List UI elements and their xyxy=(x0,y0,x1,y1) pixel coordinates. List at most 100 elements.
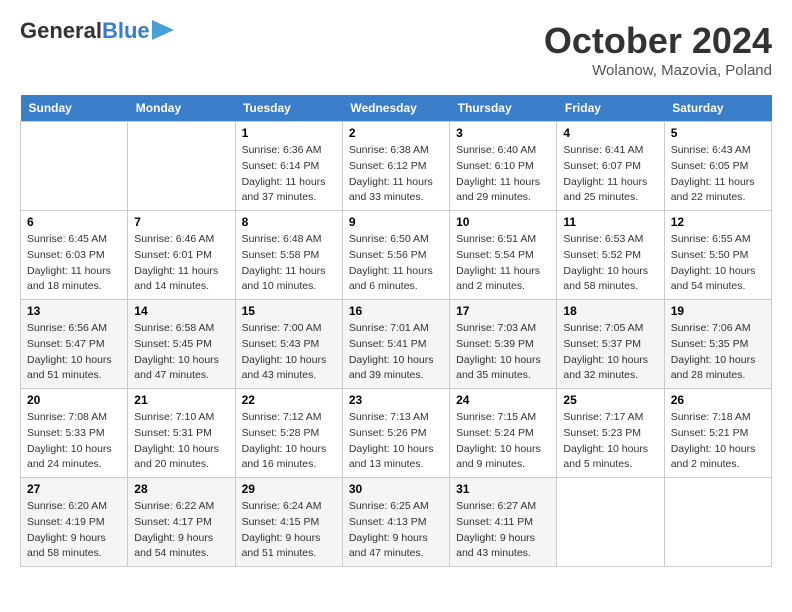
day-number: 12 xyxy=(671,215,765,229)
logo-arrow-icon xyxy=(152,20,174,40)
day-number: 24 xyxy=(456,393,550,407)
calendar-table: Sunday Monday Tuesday Wednesday Thursday… xyxy=(20,95,772,567)
calendar-week-row: 1 Sunrise: 6:36 AMSunset: 6:14 PMDayligh… xyxy=(21,122,772,211)
day-detail: Sunrise: 7:00 AMSunset: 5:43 PMDaylight:… xyxy=(242,322,327,381)
day-number: 6 xyxy=(27,215,121,229)
table-row: 11 Sunrise: 6:53 AMSunset: 5:52 PMDaylig… xyxy=(557,211,664,300)
day-number: 5 xyxy=(671,126,765,140)
logo-text: GeneralBlue xyxy=(20,20,150,42)
location: Wolanow, Mazovia, Poland xyxy=(544,62,772,79)
calendar-header-row: Sunday Monday Tuesday Wednesday Thursday… xyxy=(21,95,772,122)
table-row: 25 Sunrise: 7:17 AMSunset: 5:23 PMDaylig… xyxy=(557,389,664,478)
day-detail: Sunrise: 6:36 AMSunset: 6:14 PMDaylight:… xyxy=(242,144,326,203)
day-number: 31 xyxy=(456,482,550,496)
day-detail: Sunrise: 6:24 AMSunset: 4:15 PMDaylight:… xyxy=(242,500,322,559)
day-detail: Sunrise: 6:58 AMSunset: 5:45 PMDaylight:… xyxy=(134,322,219,381)
day-number: 19 xyxy=(671,304,765,318)
day-number: 25 xyxy=(563,393,657,407)
day-detail: Sunrise: 7:17 AMSunset: 5:23 PMDaylight:… xyxy=(563,411,648,470)
day-detail: Sunrise: 6:41 AMSunset: 6:07 PMDaylight:… xyxy=(563,144,647,203)
day-number: 30 xyxy=(349,482,443,496)
day-detail: Sunrise: 6:25 AMSunset: 4:13 PMDaylight:… xyxy=(349,500,429,559)
day-detail: Sunrise: 6:43 AMSunset: 6:05 PMDaylight:… xyxy=(671,144,755,203)
calendar-week-row: 13 Sunrise: 6:56 AMSunset: 5:47 PMDaylig… xyxy=(21,300,772,389)
day-number: 4 xyxy=(563,126,657,140)
day-number: 1 xyxy=(242,126,336,140)
day-detail: Sunrise: 6:55 AMSunset: 5:50 PMDaylight:… xyxy=(671,233,756,292)
day-number: 8 xyxy=(242,215,336,229)
table-row: 15 Sunrise: 7:00 AMSunset: 5:43 PMDaylig… xyxy=(235,300,342,389)
table-row: 3 Sunrise: 6:40 AMSunset: 6:10 PMDayligh… xyxy=(450,122,557,211)
day-number: 16 xyxy=(349,304,443,318)
table-row: 8 Sunrise: 6:48 AMSunset: 5:58 PMDayligh… xyxy=(235,211,342,300)
table-row: 28 Sunrise: 6:22 AMSunset: 4:17 PMDaylig… xyxy=(128,478,235,567)
day-detail: Sunrise: 6:38 AMSunset: 6:12 PMDaylight:… xyxy=(349,144,433,203)
day-detail: Sunrise: 6:53 AMSunset: 5:52 PMDaylight:… xyxy=(563,233,648,292)
day-number: 21 xyxy=(134,393,228,407)
logo: GeneralBlue xyxy=(20,20,174,42)
table-row: 6 Sunrise: 6:45 AMSunset: 6:03 PMDayligh… xyxy=(21,211,128,300)
day-number: 2 xyxy=(349,126,443,140)
table-row: 22 Sunrise: 7:12 AMSunset: 5:28 PMDaylig… xyxy=(235,389,342,478)
day-detail: Sunrise: 7:13 AMSunset: 5:26 PMDaylight:… xyxy=(349,411,434,470)
table-row: 17 Sunrise: 7:03 AMSunset: 5:39 PMDaylig… xyxy=(450,300,557,389)
day-number: 11 xyxy=(563,215,657,229)
table-row: 31 Sunrise: 6:27 AMSunset: 4:11 PMDaylig… xyxy=(450,478,557,567)
col-saturday: Saturday xyxy=(664,95,771,122)
day-detail: Sunrise: 6:20 AMSunset: 4:19 PMDaylight:… xyxy=(27,500,107,559)
day-detail: Sunrise: 6:27 AMSunset: 4:11 PMDaylight:… xyxy=(456,500,536,559)
day-detail: Sunrise: 6:48 AMSunset: 5:58 PMDaylight:… xyxy=(242,233,326,292)
day-number: 27 xyxy=(27,482,121,496)
calendar-week-row: 27 Sunrise: 6:20 AMSunset: 4:19 PMDaylig… xyxy=(21,478,772,567)
table-row: 27 Sunrise: 6:20 AMSunset: 4:19 PMDaylig… xyxy=(21,478,128,567)
day-detail: Sunrise: 7:15 AMSunset: 5:24 PMDaylight:… xyxy=(456,411,541,470)
table-row: 9 Sunrise: 6:50 AMSunset: 5:56 PMDayligh… xyxy=(342,211,449,300)
table-row: 19 Sunrise: 7:06 AMSunset: 5:35 PMDaylig… xyxy=(664,300,771,389)
table-row xyxy=(128,122,235,211)
day-number: 28 xyxy=(134,482,228,496)
col-wednesday: Wednesday xyxy=(342,95,449,122)
table-row: 10 Sunrise: 6:51 AMSunset: 5:54 PMDaylig… xyxy=(450,211,557,300)
logo-blue: Blue xyxy=(102,18,150,43)
day-detail: Sunrise: 6:22 AMSunset: 4:17 PMDaylight:… xyxy=(134,500,214,559)
day-detail: Sunrise: 7:12 AMSunset: 5:28 PMDaylight:… xyxy=(242,411,327,470)
day-detail: Sunrise: 6:40 AMSunset: 6:10 PMDaylight:… xyxy=(456,144,540,203)
table-row: 2 Sunrise: 6:38 AMSunset: 6:12 PMDayligh… xyxy=(342,122,449,211)
page-header: GeneralBlue October 2024 Wolanow, Mazovi… xyxy=(20,20,772,79)
day-number: 18 xyxy=(563,304,657,318)
logo-general: General xyxy=(20,18,102,43)
day-number: 3 xyxy=(456,126,550,140)
table-row: 24 Sunrise: 7:15 AMSunset: 5:24 PMDaylig… xyxy=(450,389,557,478)
table-row: 1 Sunrise: 6:36 AMSunset: 6:14 PMDayligh… xyxy=(235,122,342,211)
table-row: 23 Sunrise: 7:13 AMSunset: 5:26 PMDaylig… xyxy=(342,389,449,478)
day-detail: Sunrise: 7:10 AMSunset: 5:31 PMDaylight:… xyxy=(134,411,219,470)
table-row: 30 Sunrise: 6:25 AMSunset: 4:13 PMDaylig… xyxy=(342,478,449,567)
day-detail: Sunrise: 7:05 AMSunset: 5:37 PMDaylight:… xyxy=(563,322,648,381)
title-section: October 2024 Wolanow, Mazovia, Poland xyxy=(544,20,772,79)
table-row: 26 Sunrise: 7:18 AMSunset: 5:21 PMDaylig… xyxy=(664,389,771,478)
day-number: 20 xyxy=(27,393,121,407)
col-monday: Monday xyxy=(128,95,235,122)
day-detail: Sunrise: 6:51 AMSunset: 5:54 PMDaylight:… xyxy=(456,233,540,292)
day-number: 22 xyxy=(242,393,336,407)
month-title: October 2024 xyxy=(544,20,772,62)
day-detail: Sunrise: 7:08 AMSunset: 5:33 PMDaylight:… xyxy=(27,411,112,470)
day-detail: Sunrise: 6:50 AMSunset: 5:56 PMDaylight:… xyxy=(349,233,433,292)
day-number: 26 xyxy=(671,393,765,407)
table-row xyxy=(557,478,664,567)
col-thursday: Thursday xyxy=(450,95,557,122)
table-row: 13 Sunrise: 6:56 AMSunset: 5:47 PMDaylig… xyxy=(21,300,128,389)
table-row: 29 Sunrise: 6:24 AMSunset: 4:15 PMDaylig… xyxy=(235,478,342,567)
day-detail: Sunrise: 7:03 AMSunset: 5:39 PMDaylight:… xyxy=(456,322,541,381)
day-detail: Sunrise: 7:18 AMSunset: 5:21 PMDaylight:… xyxy=(671,411,756,470)
day-number: 13 xyxy=(27,304,121,318)
table-row: 5 Sunrise: 6:43 AMSunset: 6:05 PMDayligh… xyxy=(664,122,771,211)
day-number: 14 xyxy=(134,304,228,318)
day-number: 7 xyxy=(134,215,228,229)
table-row: 4 Sunrise: 6:41 AMSunset: 6:07 PMDayligh… xyxy=(557,122,664,211)
table-row xyxy=(21,122,128,211)
col-friday: Friday xyxy=(557,95,664,122)
col-sunday: Sunday xyxy=(21,95,128,122)
table-row: 16 Sunrise: 7:01 AMSunset: 5:41 PMDaylig… xyxy=(342,300,449,389)
calendar-week-row: 20 Sunrise: 7:08 AMSunset: 5:33 PMDaylig… xyxy=(21,389,772,478)
